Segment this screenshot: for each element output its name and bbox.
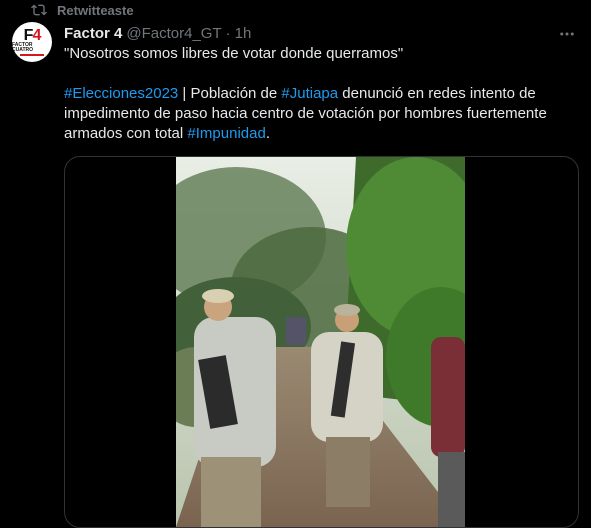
retweet-label: Retwitteaste: [57, 2, 134, 18]
video-thumbnail: [176, 157, 465, 527]
tweet-text: "Nosotros somos libres de votar donde qu…: [64, 44, 574, 144]
hashtag-elecciones2023[interactable]: #Elecciones2023: [64, 85, 178, 102]
tweet-body: #Elecciones2023 | Población de #Jutiapa …: [64, 84, 574, 144]
brand-logo-bar: [20, 54, 44, 56]
retweet-icon: [31, 2, 47, 18]
tweet-time[interactable]: 1h: [235, 25, 252, 42]
brand-logo: F4: [23, 27, 42, 44]
retweet-indicator: Retwitteaste: [31, 2, 134, 18]
brand-logo-subtitle: FACTOR CUATRO: [12, 42, 34, 53]
author-handle[interactable]: @Factor4_GT: [126, 25, 221, 42]
more-icon[interactable]: [557, 24, 577, 44]
media-container[interactable]: [64, 156, 579, 528]
author-name[interactable]: Factor 4: [64, 25, 122, 42]
avatar[interactable]: F4 FACTOR CUATRO: [12, 22, 52, 62]
tweet-quote-line: "Nosotros somos libres de votar donde qu…: [64, 45, 404, 62]
tweet-body-segment: | Población de: [178, 85, 282, 102]
video-player[interactable]: [176, 157, 465, 527]
separator-dot: ·: [225, 24, 231, 42]
hashtag-impunidad[interactable]: #Impunidad: [187, 125, 265, 142]
hashtag-jutiapa[interactable]: #Jutiapa: [281, 85, 338, 102]
tweet-body-segment: .: [265, 125, 270, 142]
tweet-header: Factor 4 @Factor4_GT · 1h: [64, 23, 251, 43]
